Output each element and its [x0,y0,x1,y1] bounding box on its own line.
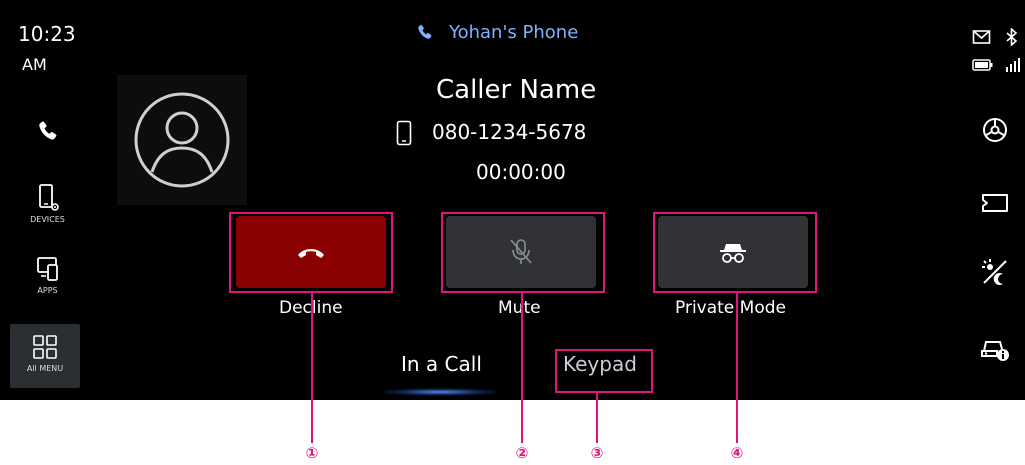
mobile-icon [396,120,412,146]
devices-icon [38,184,59,211]
avatar-icon [134,92,230,188]
all-menu-label: All MENU [26,364,64,373]
caller-avatar [117,75,247,205]
sidebar-item-apps-label: APPS [37,286,58,295]
car-info-button[interactable] [975,333,1015,363]
callout-line-2 [521,293,523,443]
apps-icon [36,257,58,281]
clock-time: 10:23 [18,22,76,46]
clock-ampm: AM [22,55,47,74]
tab-in-a-call[interactable]: In a Call [401,352,482,376]
settings-icon [983,118,1007,142]
display-button[interactable] [975,192,1015,214]
callout-number-2: ② [515,444,529,462]
head-unit-screen: 10:23 AM DEVICES APPS All MENU Yohan's P… [0,0,1025,400]
callout-line-4 [736,293,738,443]
connected-phone: Yohan's Phone [415,22,578,43]
brightness-button[interactable] [975,256,1015,288]
sidebar-item-apps[interactable]: APPS [0,254,95,295]
caller-number: 080-1234-5678 [432,120,587,144]
status-icons-row1 [972,26,1019,46]
callout-box-keypad [555,349,653,393]
battery-icon [972,58,993,71]
status-icons-row2 [972,54,1021,73]
sidebar-item-devices[interactable]: DEVICES [0,183,95,224]
phone-icon [418,24,432,39]
all-menu-button[interactable]: All MENU [10,324,80,388]
connected-phone-name: Yohan's Phone [449,22,579,43]
display-icon [982,194,1008,212]
callout-line-1 [311,293,313,443]
callout-line-3 [596,393,598,443]
callout-number-3: ③ [590,444,604,462]
signal-icon [1006,57,1021,72]
callout-box-mute [441,212,605,293]
callout-number-4: ④ [730,444,744,462]
all-menu-icon [33,335,57,359]
phone-icon [38,121,56,140]
brightness-icon [982,259,1007,285]
settings-button[interactable] [975,114,1015,146]
mute-label: Mute [498,298,541,318]
bluetooth-icon [1006,27,1018,46]
car-info-icon [981,341,1009,361]
callout-box-private-mode [653,212,817,293]
active-tab-indicator [380,388,500,396]
sidebar-item-phone[interactable] [0,118,95,146]
call-timer: 00:00:00 [476,160,566,184]
sidebar-item-devices-label: DEVICES [30,215,65,224]
mail-icon [972,29,991,44]
callout-box-decline [229,212,393,293]
caller-name: Caller Name [436,75,597,105]
callout-number-1: ① [305,444,319,462]
private-mode-label: Private Mode [675,298,786,318]
